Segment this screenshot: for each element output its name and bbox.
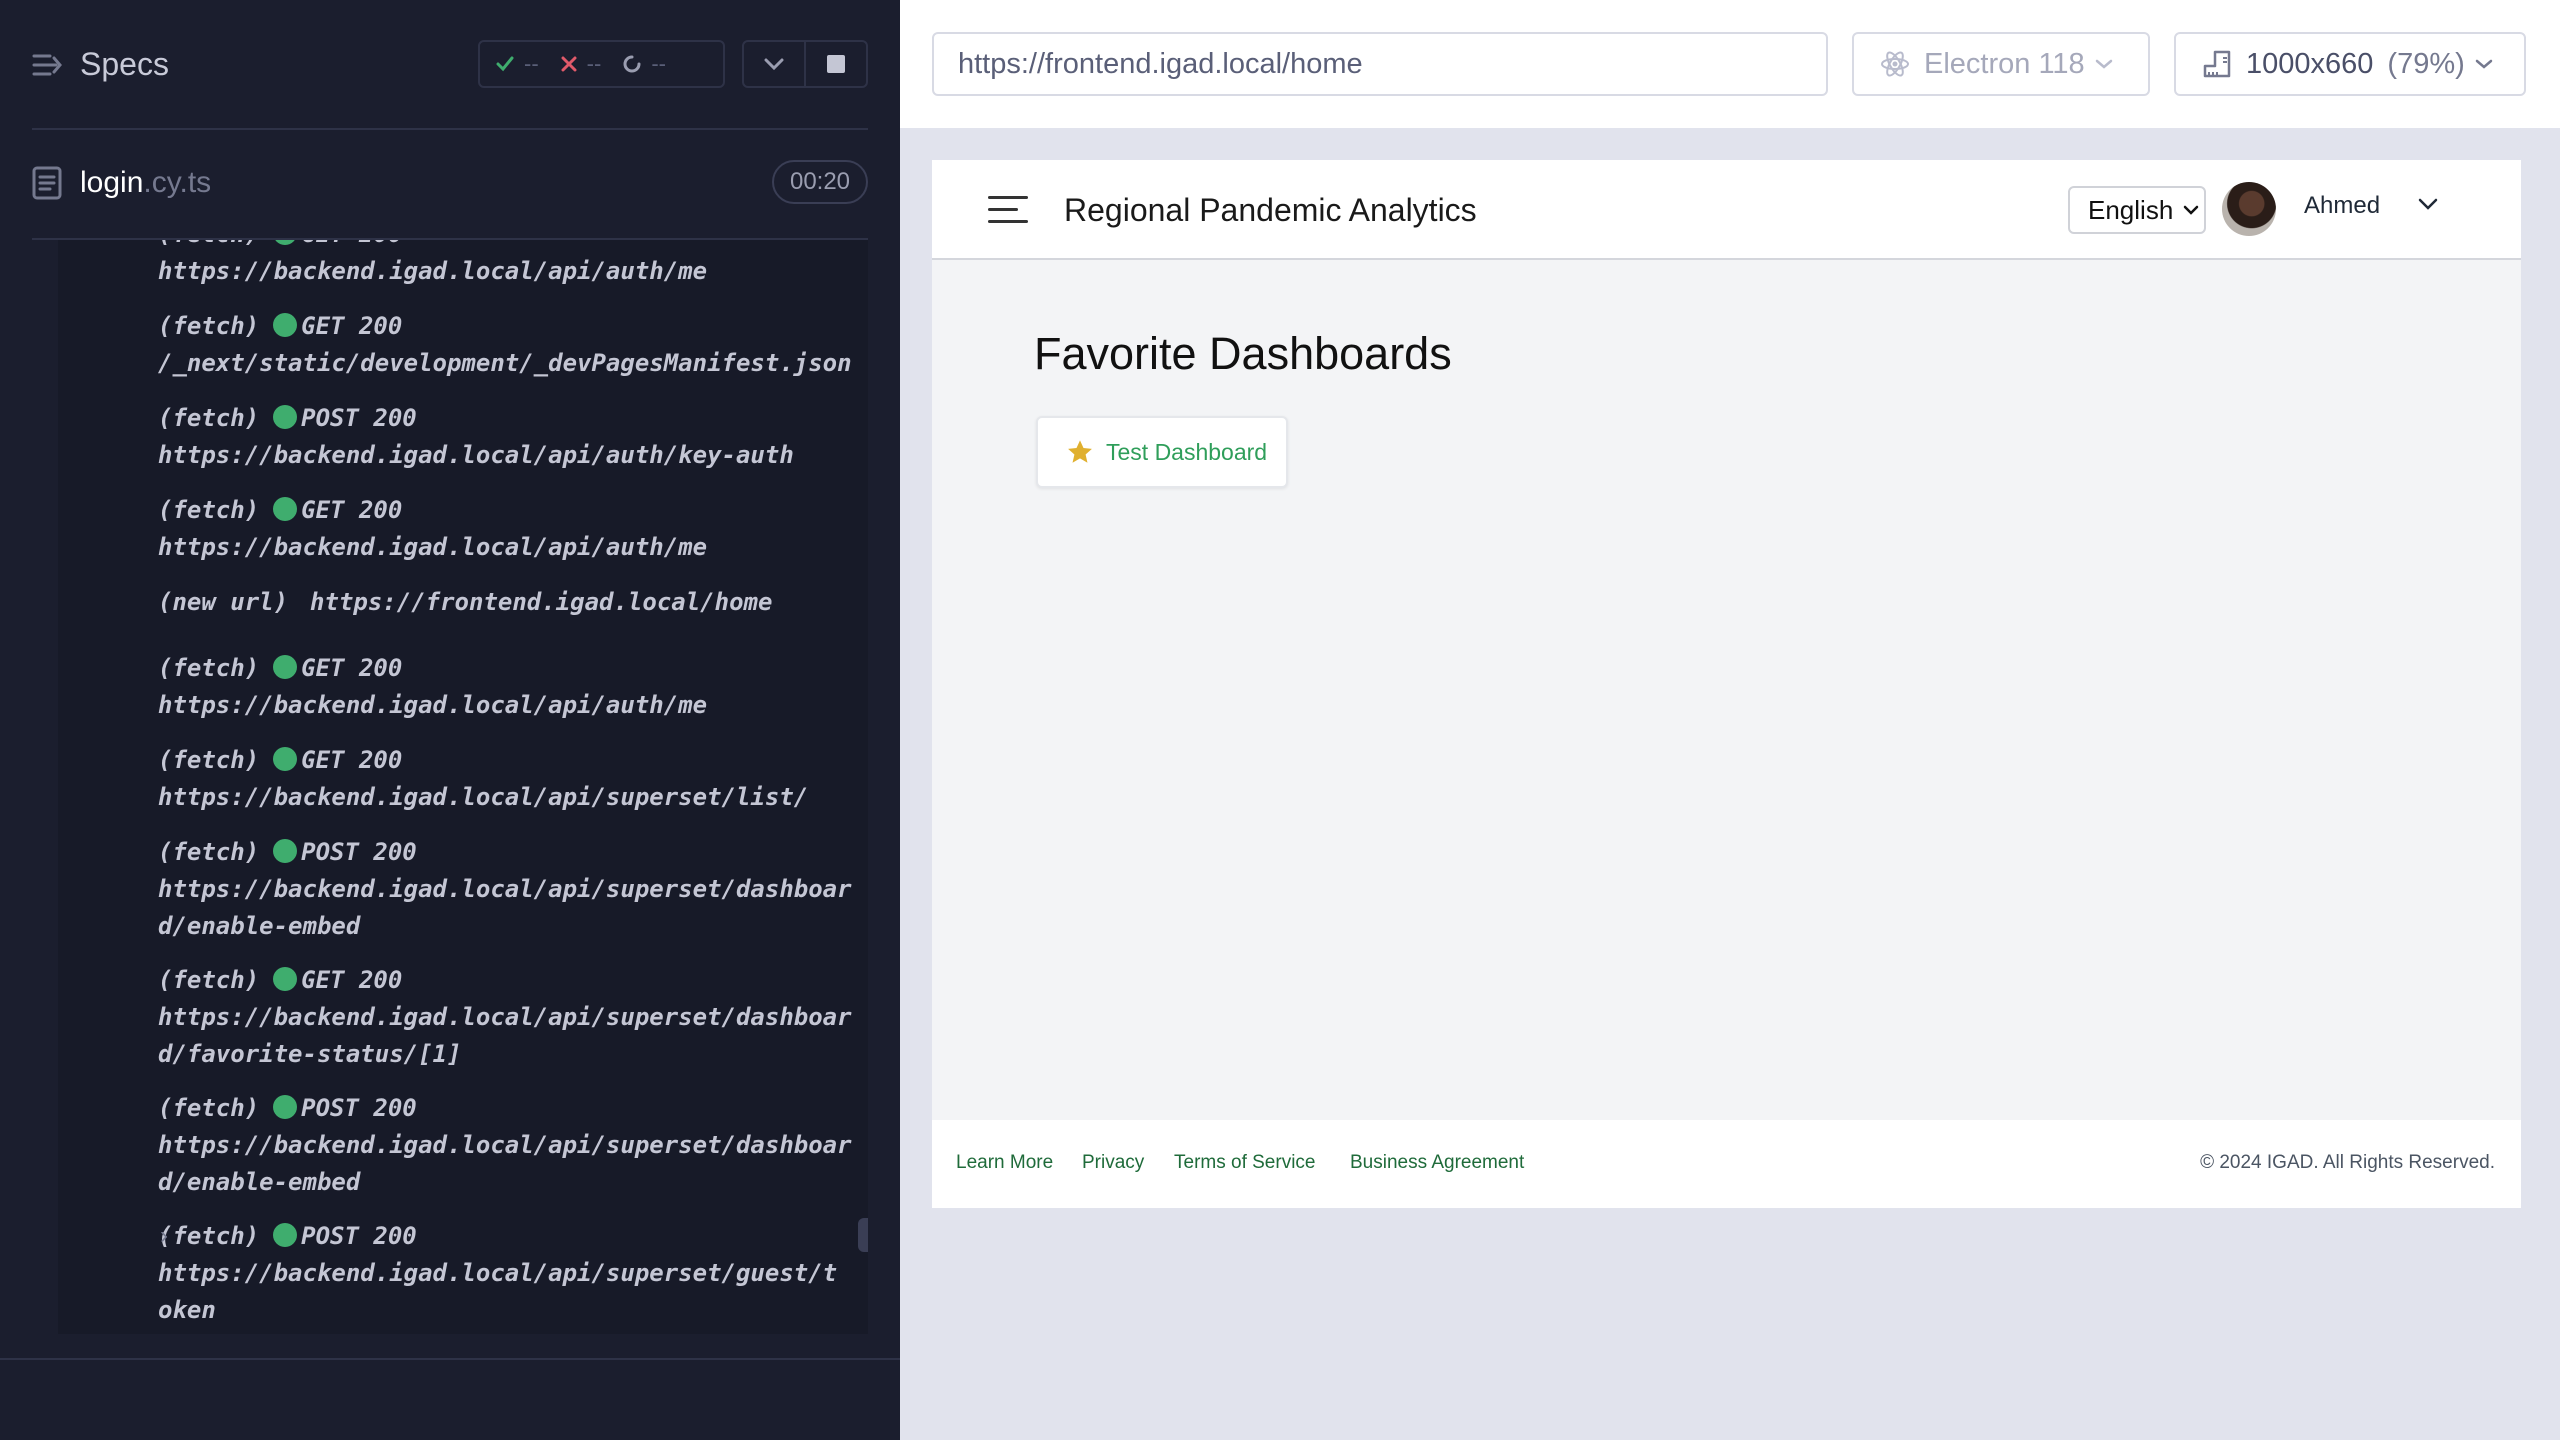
avatar[interactable]	[2222, 182, 2276, 236]
chevron-right-icon[interactable]: ›	[160, 1222, 168, 1250]
status-dot	[273, 405, 298, 429]
log-entry[interactable]: (fetch) POST 200 https://backend.igad.loc…	[158, 834, 858, 945]
language-select[interactable]: English	[2068, 186, 2206, 234]
runner-panel: Specs -- -- -- login.cy.ts 00:20 https:/…	[0, 0, 900, 1440]
log-entry[interactable]: (fetch) POST 200 https://backend.igad.loc…	[158, 1218, 848, 1329]
business-agreement-link[interactable]: Business Agreement	[1350, 1152, 1524, 1174]
expand-button[interactable]	[744, 42, 804, 86]
user-menu-name[interactable]: Ahmed	[2304, 192, 2380, 220]
status-dot	[273, 967, 298, 991]
zoom-level: (79%)	[2387, 47, 2465, 80]
log-entry[interactable]: (fetch)GET 200 https://backend.igad.loca…	[158, 650, 858, 724]
status-dot	[273, 1095, 298, 1119]
status-dot	[273, 240, 298, 245]
failed-stat: --	[561, 51, 602, 77]
browser-toolbar: https://frontend.igad.local/home Electro…	[900, 0, 2560, 128]
spec-file-name: login.cy.ts	[80, 166, 211, 200]
specs-list-icon[interactable]	[32, 50, 62, 80]
chevron-down-icon	[2095, 59, 2112, 69]
spec-file-row[interactable]: login.cy.ts 00:20	[0, 150, 900, 214]
log-entry[interactable]: (fetch)GET 200 https://backend.igad.loca…	[158, 962, 858, 1073]
runner-controls	[742, 40, 868, 88]
failed-count: --	[586, 51, 602, 76]
log-entry-new-url[interactable]: (new url) https://frontend.igad.local/hom…	[158, 584, 858, 621]
status-dot	[273, 747, 298, 771]
test-stats: -- -- --	[478, 40, 725, 88]
electron-icon	[1881, 51, 1909, 77]
preview-panel: https://frontend.igad.local/home Electro…	[900, 0, 2560, 1440]
chevron-down-icon	[2475, 59, 2493, 69]
browser-name: Electron 118	[1924, 47, 2085, 80]
star-icon[interactable]	[1066, 438, 1094, 466]
log-entry[interactable]: (fetch) GET 200 /_next/static/development…	[158, 308, 858, 382]
app-under-test: Regional Pandemic Analytics English Ahme…	[932, 160, 2521, 1208]
spec-basename: login	[80, 166, 144, 199]
document-icon	[32, 166, 62, 200]
chevron-down-icon	[764, 58, 784, 70]
log-entry[interactable]: (fetch) POST 200 https://backend.igad.loc…	[158, 1090, 858, 1201]
chevron-down-icon	[2184, 205, 2199, 215]
stop-button[interactable]	[804, 42, 866, 86]
learn-more-link[interactable]: Learn More	[956, 1152, 1053, 1174]
log-entry[interactable]: (fetch)GET 200 https://backend.igad.loca…	[158, 742, 858, 816]
passed-count: --	[524, 51, 539, 76]
pending-stat: --	[623, 51, 666, 77]
log-entry[interactable]: (fetch)GET 200 https://backend.igad.loca…	[158, 492, 858, 566]
header-divider	[32, 128, 868, 130]
status-dot	[273, 655, 298, 679]
passed-stat: --	[496, 51, 539, 77]
status-dot	[273, 839, 298, 863]
stop-icon	[827, 55, 845, 73]
copyright: © 2024 IGAD. All Rights Reserved.	[2200, 1152, 2495, 1173]
terms-link[interactable]: Terms of Service	[1174, 1152, 1315, 1174]
viewport-size: 1000x660	[2246, 47, 2374, 80]
status-dot	[273, 313, 298, 337]
ruler-icon	[2203, 50, 2231, 78]
favorite-dashboard-card[interactable]: Test Dashboard	[1036, 416, 1288, 488]
chevron-down-icon[interactable]	[2418, 198, 2438, 210]
status-dot	[273, 1223, 298, 1247]
url-input[interactable]: https://frontend.igad.local/home	[932, 32, 1828, 96]
runner-header: Specs -- -- --	[0, 0, 900, 130]
menu-icon[interactable]	[988, 196, 1028, 224]
app-footer: Learn More Privacy Terms of Service Busi…	[932, 1120, 2521, 1208]
log-count-badge: 2	[858, 1218, 868, 1252]
command-log-body: (fetch)GET 200 https://backend.igad.loca…	[58, 240, 868, 1334]
app-title: Regional Pandemic Analytics	[1064, 192, 1477, 228]
pending-count: --	[651, 51, 666, 76]
spinner-icon	[623, 55, 641, 73]
status-dot	[273, 497, 298, 521]
x-icon	[561, 56, 577, 72]
app-header: Regional Pandemic Analytics English Ahme…	[932, 160, 2521, 260]
spec-extension: .cy.ts	[143, 166, 212, 199]
command-log: (fetch)GET 200 https://backend.igad.loca…	[32, 238, 868, 1334]
viewport-selector[interactable]: 1000x660 (79%)	[2174, 32, 2526, 96]
spec-duration: 00:20	[772, 160, 868, 204]
log-entry[interactable]: (fetch)GET 200 https://backend.igad.loca…	[158, 240, 858, 290]
check-icon	[496, 56, 514, 72]
privacy-link[interactable]: Privacy	[1082, 1152, 1144, 1174]
browser-selector[interactable]: Electron 118	[1852, 32, 2150, 96]
footer-divider	[0, 1358, 900, 1360]
specs-label[interactable]: Specs	[80, 46, 169, 83]
dashboard-link[interactable]: Test Dashboard	[1106, 439, 1267, 466]
language-value: English	[2088, 194, 2174, 225]
page-title: Favorite Dashboards	[1034, 328, 1452, 379]
log-entry[interactable]: (fetch) POST 200 https://backend.igad.loc…	[158, 400, 858, 474]
